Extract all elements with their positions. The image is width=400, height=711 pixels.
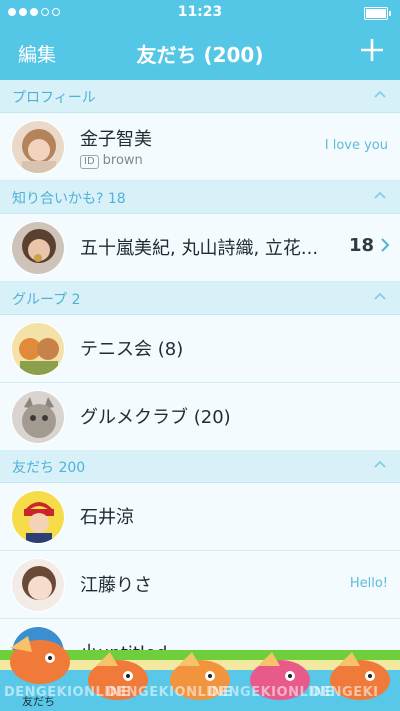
- section-label: 友だち 200: [12, 460, 86, 476]
- suggested-row[interactable]: 五十嵐美紀, 丸山詩織, 立花... 18: [0, 214, 400, 282]
- status-bar: 11:23: [0, 0, 400, 26]
- status-time: 11:23: [177, 4, 223, 20]
- chevron-up-icon: [374, 191, 386, 199]
- chevron-up-icon: [374, 292, 386, 300]
- profile-id: ID brown: [80, 153, 143, 169]
- profile-name: 金子智美: [80, 129, 152, 150]
- group-row[interactable]: グルメクラブ (20): [0, 383, 400, 450]
- chevron-up-icon: [374, 460, 386, 468]
- id-badge: ID: [80, 155, 99, 169]
- status-message: Hello!: [349, 576, 388, 591]
- profile-row[interactable]: 金子智美 ID brown I love you: [0, 113, 400, 181]
- edit-button[interactable]: 編集: [18, 40, 56, 67]
- section-header-groups[interactable]: グループ 2: [0, 282, 400, 315]
- chevron-up-icon: [374, 90, 386, 98]
- section-header-friends[interactable]: 友だち 200: [0, 450, 400, 483]
- section-header-profile[interactable]: プロフィール: [0, 80, 400, 113]
- avatar: [11, 120, 65, 174]
- group-name: テニス会 (8): [80, 339, 184, 360]
- friends-list: プロフィール 金子智美 ID brown I love you 知り合いかも? 1…: [0, 80, 400, 686]
- suggested-count: 18: [348, 235, 374, 256]
- avatar: [11, 390, 65, 444]
- section-label: プロフィール: [12, 90, 96, 106]
- friend-name: 江藤りさ: [80, 575, 152, 596]
- group-name: グルメクラブ (20): [80, 407, 231, 428]
- status-message: I love you: [324, 138, 388, 153]
- avatar: [11, 490, 65, 544]
- avatar: [11, 322, 65, 376]
- friend-row[interactable]: 江藤りさ Hello!: [0, 551, 400, 619]
- fish-character: [10, 636, 70, 684]
- section-label: 知り合いかも? 18: [12, 191, 126, 207]
- group-row[interactable]: テニス会 (8): [0, 315, 400, 383]
- friend-row[interactable]: 石井涼: [0, 483, 400, 551]
- avatar: [11, 221, 65, 275]
- suggested-names: 五十嵐美紀, 丸山詩織, 立花...: [80, 238, 319, 259]
- watermark: DENGEKI: [310, 685, 379, 700]
- avatar: [11, 558, 65, 612]
- plus-icon[interactable]: [358, 36, 386, 64]
- line-id: brown: [102, 153, 143, 168]
- battery-icon: [364, 7, 391, 20]
- section-label: グループ 2: [12, 292, 81, 308]
- navigation-bar: 編集 友だち (200): [0, 26, 400, 80]
- friend-name: 石井涼: [80, 507, 134, 528]
- section-header-suggested[interactable]: 知り合いかも? 18: [0, 181, 400, 214]
- tab-friends[interactable]: 友だち: [22, 693, 55, 709]
- page-title: 友だち (200): [136, 43, 264, 67]
- chevron-right-icon: [381, 238, 390, 252]
